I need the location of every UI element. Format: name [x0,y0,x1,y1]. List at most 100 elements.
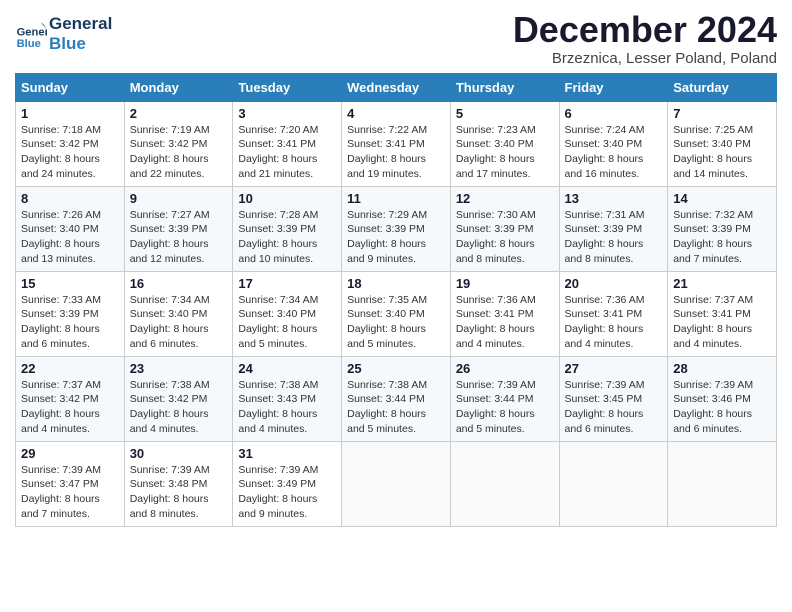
calendar-cell: 7 Sunrise: 7:25 AMSunset: 3:40 PMDaylight… [668,101,777,186]
calendar-cell: 26 Sunrise: 7:39 AMSunset: 3:44 PMDayligh… [450,356,559,441]
logo-general: General [49,14,112,34]
day-info: Sunrise: 7:39 AMSunset: 3:44 PMDaylight:… [456,378,554,437]
calendar-cell [342,441,451,526]
day-info: Sunrise: 7:20 AMSunset: 3:41 PMDaylight:… [238,123,336,182]
page-header: General Blue General Blue December 2024 … [15,10,777,67]
day-info: Sunrise: 7:38 AMSunset: 3:43 PMDaylight:… [238,378,336,437]
day-number: 24 [238,361,336,376]
calendar-cell: 18Sunrise: 7:35 AMSunset: 3:40 PMDayligh… [342,271,451,356]
day-info: Sunrise: 7:36 AMSunset: 3:41 PMDaylight:… [565,293,663,352]
day-number: 3 [238,106,336,121]
calendar-table: SundayMondayTuesdayWednesdayThursdayFrid… [15,73,777,527]
day-number: 14 [673,191,771,206]
calendar-cell: 6Sunrise: 7:24 AMSunset: 3:40 PMDaylight… [559,101,668,186]
day-number: 4 [347,106,445,121]
calendar-cell: 30 Sunrise: 7:39 AMSunset: 3:48 PMDayligh… [124,441,233,526]
calendar-cell: 29Sunrise: 7:39 AMSunset: 3:47 PMDayligh… [16,441,125,526]
calendar-cell: 15 Sunrise: 7:33 AMSunset: 3:39 PMDayligh… [16,271,125,356]
col-header-friday: Friday [559,73,668,101]
calendar-cell: 31Sunrise: 7:39 AMSunset: 3:49 PMDayligh… [233,441,342,526]
day-number: 21 [673,276,771,291]
col-header-thursday: Thursday [450,73,559,101]
calendar-cell: 3 Sunrise: 7:20 AMSunset: 3:41 PMDaylight… [233,101,342,186]
day-number: 11 [347,191,445,206]
day-number: 26 [456,361,554,376]
day-number: 1 [21,106,119,121]
day-number: 22 [21,361,119,376]
day-number: 5 [456,106,554,121]
day-number: 15 [21,276,119,291]
day-number: 8 [21,191,119,206]
calendar-cell: 2 Sunrise: 7:19 AMSunset: 3:42 PMDaylight… [124,101,233,186]
calendar-cell [668,441,777,526]
day-number: 6 [565,106,663,121]
calendar-cell: 25Sunrise: 7:38 AMSunset: 3:44 PMDayligh… [342,356,451,441]
day-info: Sunrise: 7:33 AMSunset: 3:39 PMDaylight:… [21,293,119,352]
week-row-2: 8 Sunrise: 7:26 AMSunset: 3:40 PMDaylight… [16,186,777,271]
calendar-cell: 17 Sunrise: 7:34 AMSunset: 3:40 PMDayligh… [233,271,342,356]
svg-text:Blue: Blue [17,37,41,49]
day-info: Sunrise: 7:37 AMSunset: 3:41 PMDaylight:… [673,293,771,352]
day-info: Sunrise: 7:39 AMSunset: 3:45 PMDaylight:… [565,378,663,437]
calendar-cell: 24 Sunrise: 7:38 AMSunset: 3:43 PMDayligh… [233,356,342,441]
svg-text:General: General [17,26,47,38]
day-number: 17 [238,276,336,291]
day-number: 19 [456,276,554,291]
calendar-cell: 27 Sunrise: 7:39 AMSunset: 3:45 PMDayligh… [559,356,668,441]
day-info: Sunrise: 7:29 AMSunset: 3:39 PMDaylight:… [347,208,445,267]
day-number: 27 [565,361,663,376]
day-info: Sunrise: 7:30 AMSunset: 3:39 PMDaylight:… [456,208,554,267]
col-header-sunday: Sunday [16,73,125,101]
day-info: Sunrise: 7:25 AMSunset: 3:40 PMDaylight:… [673,123,771,182]
calendar-cell: 20 Sunrise: 7:36 AMSunset: 3:41 PMDayligh… [559,271,668,356]
day-number: 12 [456,191,554,206]
logo-icon: General Blue [15,18,47,50]
day-number: 2 [130,106,228,121]
day-info: Sunrise: 7:23 AMSunset: 3:40 PMDaylight:… [456,123,554,182]
day-info: Sunrise: 7:34 AMSunset: 3:40 PMDaylight:… [238,293,336,352]
calendar-cell: 13Sunrise: 7:31 AMSunset: 3:39 PMDayligh… [559,186,668,271]
col-header-saturday: Saturday [668,73,777,101]
calendar-cell: 11 Sunrise: 7:29 AMSunset: 3:39 PMDayligh… [342,186,451,271]
logo: General Blue General Blue [15,14,112,53]
day-info: Sunrise: 7:39 AMSunset: 3:46 PMDaylight:… [673,378,771,437]
calendar-cell: 9Sunrise: 7:27 AMSunset: 3:39 PMDaylight… [124,186,233,271]
day-number: 28 [673,361,771,376]
day-info: Sunrise: 7:38 AMSunset: 3:44 PMDaylight:… [347,378,445,437]
week-row-4: 22Sunrise: 7:37 AMSunset: 3:42 PMDayligh… [16,356,777,441]
calendar-cell: 4 Sunrise: 7:22 AMSunset: 3:41 PMDaylight… [342,101,451,186]
week-row-3: 15 Sunrise: 7:33 AMSunset: 3:39 PMDayligh… [16,271,777,356]
day-number: 18 [347,276,445,291]
day-number: 23 [130,361,228,376]
day-info: Sunrise: 7:34 AMSunset: 3:40 PMDaylight:… [130,293,228,352]
day-number: 30 [130,446,228,461]
title-area: December 2024 Brzeznica, Lesser Poland, … [513,10,777,67]
day-info: Sunrise: 7:39 AMSunset: 3:48 PMDaylight:… [130,463,228,522]
day-info: Sunrise: 7:18 AMSunset: 3:42 PMDaylight:… [21,123,119,182]
day-info: Sunrise: 7:19 AMSunset: 3:42 PMDaylight:… [130,123,228,182]
calendar-cell: 21 Sunrise: 7:37 AMSunset: 3:41 PMDayligh… [668,271,777,356]
calendar-cell: 12 Sunrise: 7:30 AMSunset: 3:39 PMDayligh… [450,186,559,271]
calendar-cell: 19 Sunrise: 7:36 AMSunset: 3:41 PMDayligh… [450,271,559,356]
logo-blue: Blue [49,34,112,54]
day-info: Sunrise: 7:32 AMSunset: 3:39 PMDaylight:… [673,208,771,267]
day-info: Sunrise: 7:22 AMSunset: 3:41 PMDaylight:… [347,123,445,182]
calendar-cell: 1 Sunrise: 7:18 AMSunset: 3:42 PMDaylight… [16,101,125,186]
calendar-cell: 14 Sunrise: 7:32 AMSunset: 3:39 PMDayligh… [668,186,777,271]
calendar-cell: 22Sunrise: 7:37 AMSunset: 3:42 PMDayligh… [16,356,125,441]
location-title: Brzeznica, Lesser Poland, Poland [513,50,777,67]
day-number: 20 [565,276,663,291]
col-header-wednesday: Wednesday [342,73,451,101]
day-info: Sunrise: 7:38 AMSunset: 3:42 PMDaylight:… [130,378,228,437]
day-info: Sunrise: 7:39 AMSunset: 3:47 PMDaylight:… [21,463,119,522]
day-info: Sunrise: 7:26 AMSunset: 3:40 PMDaylight:… [21,208,119,267]
month-title: December 2024 [513,10,777,50]
day-info: Sunrise: 7:27 AMSunset: 3:39 PMDaylight:… [130,208,228,267]
day-number: 13 [565,191,663,206]
calendar-header-row: SundayMondayTuesdayWednesdayThursdayFrid… [16,73,777,101]
day-info: Sunrise: 7:36 AMSunset: 3:41 PMDaylight:… [456,293,554,352]
calendar-cell [450,441,559,526]
day-info: Sunrise: 7:39 AMSunset: 3:49 PMDaylight:… [238,463,336,522]
day-number: 7 [673,106,771,121]
col-header-monday: Monday [124,73,233,101]
